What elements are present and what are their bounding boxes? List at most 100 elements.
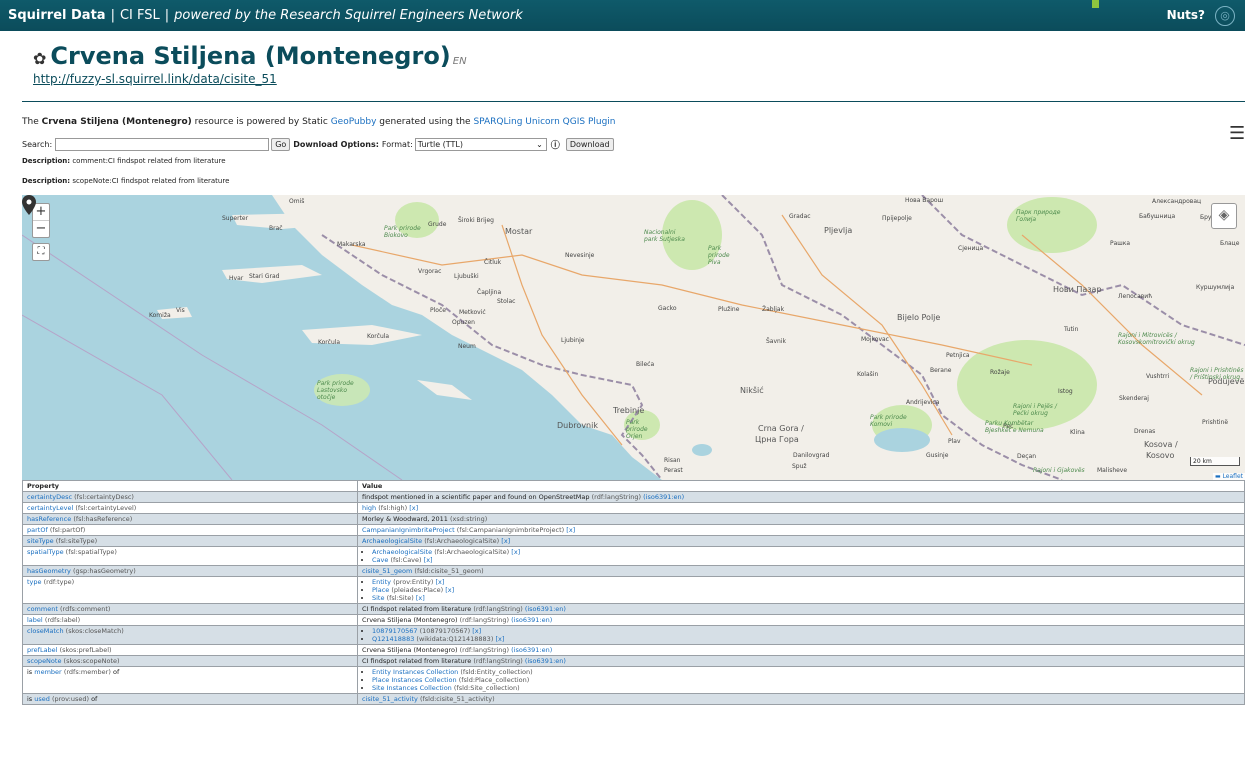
property-link[interactable]: hasGeometry — [27, 567, 71, 575]
map-label: Rajoni i Pejës / Pećki okrug — [1013, 403, 1057, 417]
value-link[interactable]: high — [362, 504, 376, 512]
plugin-link[interactable]: SPARQLing Unicorn QGIS Plugin — [473, 117, 615, 127]
property-link[interactable]: prefLabel — [27, 646, 57, 654]
info-icon[interactable]: ⓘ — [551, 138, 560, 151]
property-link[interactable]: certaintyLevel — [27, 504, 73, 512]
table-row: scopeNote (skos:scopeNote) CI findspot re… — [22, 655, 1245, 667]
external-link[interactable]: [x] — [511, 548, 520, 556]
value-link[interactable]: 10879170567 — [372, 627, 418, 635]
property-link[interactable]: hasReference — [27, 515, 71, 523]
language-link[interactable]: (iso6391:en) — [511, 616, 552, 624]
nuts-link[interactable]: Nuts? — [1167, 8, 1205, 22]
value-link[interactable]: cisite_51_activity — [362, 695, 418, 703]
fullscreen-button[interactable]: ⛶ — [32, 243, 50, 261]
map-label: Nevesinje — [565, 252, 595, 259]
accent-tab — [1092, 0, 1099, 8]
section-link[interactable]: CI FSL — [120, 8, 160, 23]
geopubby-link[interactable]: GeoPubby — [331, 117, 377, 127]
tagline: powered by the Research Squirrel Enginee… — [174, 8, 523, 23]
description-label: Description: — [22, 177, 71, 185]
leaflet-link[interactable]: Leaflet — [1223, 473, 1243, 480]
language-link[interactable]: (iso6391:en) — [525, 657, 566, 665]
map-label: Mostar — [505, 227, 533, 236]
zoom-out-button[interactable]: − — [33, 220, 49, 237]
value-link[interactable]: Q121418883 — [372, 635, 414, 643]
go-button[interactable]: Go — [271, 137, 291, 151]
value-link[interactable]: Site Instances Collection — [372, 684, 452, 692]
layers-icon[interactable]: ◈ — [1211, 203, 1237, 229]
hamburger-menu-icon[interactable]: ☰ — [1229, 123, 1245, 144]
resource-uri-link[interactable]: http://fuzzy-sl.squirrel.link/data/cisit… — [33, 72, 467, 86]
top-bar: Squirrel Data | CI FSL | powered by the … — [0, 0, 1245, 31]
property-link[interactable]: siteType — [27, 537, 54, 545]
resource-icon: ✿ — [33, 49, 47, 68]
property-link[interactable]: certaintyDesc — [27, 493, 72, 501]
external-link[interactable]: [x] — [409, 504, 418, 512]
external-link[interactable]: [x] — [501, 537, 510, 545]
property-link[interactable]: used — [34, 695, 50, 703]
property-link[interactable]: scopeNote — [27, 657, 61, 665]
map-marker-icon[interactable] — [22, 195, 36, 215]
value-link[interactable]: ArchaeologicalSite — [372, 548, 432, 556]
map-label: Vushtrri — [1146, 373, 1170, 380]
property-cell: prefLabel (skos:prefLabel) — [22, 644, 358, 656]
map-label: Ljubuški — [454, 273, 479, 280]
brand-link[interactable]: Squirrel Data — [8, 8, 106, 23]
property-qname: (rdfs:label) — [44, 616, 81, 624]
format-select[interactable]: Turtle (TTL) ⌄ — [414, 137, 547, 151]
leaflet-attribution[interactable]: ▬ Leaflet — [1212, 473, 1245, 480]
property-link[interactable]: label — [27, 616, 43, 624]
property-link[interactable]: closeMatch — [27, 627, 64, 635]
property-link[interactable]: comment — [27, 605, 58, 613]
table-row: hasReference (fsl:hasReference) Morley & … — [22, 513, 1245, 525]
value-link[interactable]: Entity Instances Collection — [372, 668, 458, 676]
map-label: Сјеница — [958, 245, 984, 252]
external-link[interactable]: [x] — [472, 627, 481, 635]
map-label: Žabljak — [762, 306, 785, 313]
map[interactable]: Omiš Superter Brač Makarska Hvar Stari G… — [22, 195, 1245, 480]
squirrel-icon[interactable]: ◎ — [1215, 6, 1235, 26]
column-header: Property — [22, 480, 358, 492]
external-link[interactable]: [x] — [445, 586, 454, 594]
description-comment: Description: comment:CI findspot related… — [22, 157, 226, 165]
value-link[interactable]: Site — [372, 594, 384, 602]
language-link[interactable]: (iso6391:en) — [511, 646, 552, 654]
search-input[interactable] — [55, 137, 270, 151]
property-cell: scopeNote (skos:scopeNote) — [22, 655, 358, 667]
property-link[interactable]: partOf — [27, 526, 48, 534]
property-link[interactable]: type — [27, 578, 42, 586]
value-link[interactable]: CampanianIgnimbriteProject — [362, 526, 455, 534]
property-suffix: of — [110, 668, 120, 676]
external-link[interactable]: [x] — [495, 635, 504, 643]
value-text: Morley & Woodward, 2011 — [362, 515, 448, 523]
map-label: Прijepolje — [882, 215, 912, 222]
language-link[interactable]: (iso6391:en) — [525, 605, 566, 613]
external-link[interactable]: [x] — [424, 556, 433, 564]
download-button[interactable]: Download — [565, 137, 614, 151]
value-link[interactable]: Place — [372, 586, 389, 594]
property-link[interactable]: spatialType — [27, 548, 64, 556]
map-label: Parku Kombëtar Bjeshkët e Nemuna — [985, 420, 1044, 434]
property-qname: (rdfs:member) — [63, 668, 111, 676]
value-link[interactable]: Entity — [372, 578, 391, 586]
powered-text: The — [22, 117, 42, 127]
value-link[interactable]: Place Instances Collection — [372, 676, 457, 684]
external-link[interactable]: [x] — [436, 578, 445, 586]
external-link[interactable]: [x] — [416, 594, 425, 602]
value-link[interactable]: Cave — [372, 556, 388, 564]
format-label: Format: — [381, 139, 413, 149]
value-cell: ArchaeologicalSite (fsl:ArchaeologicalSi… — [357, 535, 1245, 547]
map-label: Malisheve — [1097, 467, 1128, 474]
map-label: Petnjica — [946, 352, 970, 359]
powered-by-text: The Crvena Stiljena (Montenegro) resourc… — [22, 117, 616, 127]
value-link[interactable]: ArchaeologicalSite — [362, 537, 422, 545]
property-qname: (skos:prefLabel) — [59, 646, 112, 654]
language-link[interactable]: (iso6391:en) — [643, 493, 684, 501]
table-header-row: Property Value — [22, 480, 1245, 492]
map-label: Црна Гора — [755, 435, 799, 444]
external-link[interactable]: [x] — [566, 526, 575, 534]
property-qname: (fsl:partOf) — [49, 526, 86, 534]
property-link[interactable]: member — [34, 668, 61, 676]
value-link[interactable]: cisite_51_geom — [362, 567, 412, 575]
powered-text: resource is powered by Static — [191, 117, 331, 127]
